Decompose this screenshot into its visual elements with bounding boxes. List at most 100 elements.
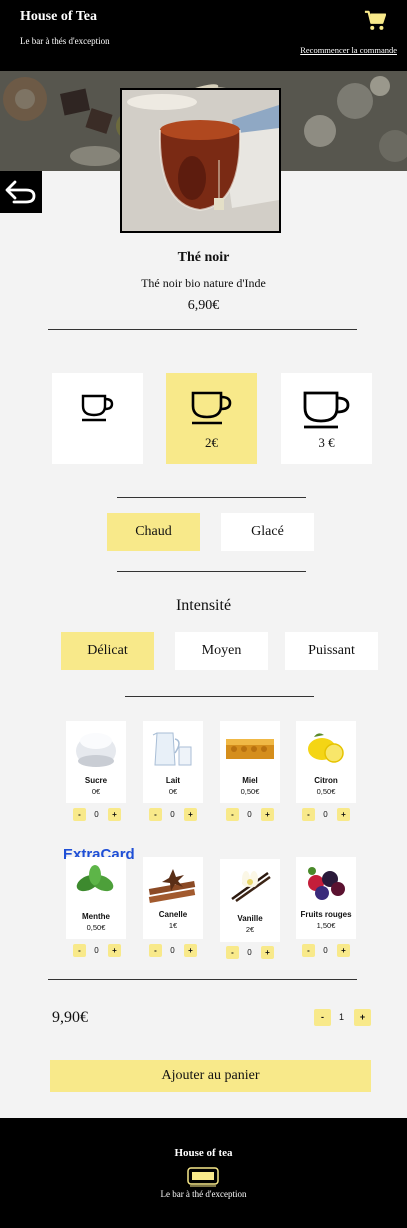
extra-name: Citron xyxy=(314,776,338,785)
extra-name: Lait xyxy=(165,776,181,785)
quantity-value: 0 xyxy=(247,948,252,957)
extra-card-honey[interactable]: Miel 0,50€ xyxy=(220,721,280,803)
extra-card-vanilla[interactable]: Vanille 2€ xyxy=(220,859,280,942)
quantity-stepper: - 0 + xyxy=(226,808,274,821)
extra-card-lemon[interactable]: Citron 0,50€ xyxy=(296,721,356,803)
berries-icon xyxy=(308,867,345,900)
quantity-stepper: - 0 + xyxy=(302,808,350,821)
extra-card-cinnamon[interactable]: Canelle 1€ xyxy=(143,857,203,939)
quantity-stepper: - 0 + xyxy=(73,808,121,821)
header: House of Tea Le bar à thés d'exception R… xyxy=(0,0,407,71)
size-price: 3 € xyxy=(318,435,335,450)
quantity-value: 0 xyxy=(247,810,252,819)
quantity-value: 0 xyxy=(94,946,99,955)
quantity-value: 0 xyxy=(94,810,99,819)
decrement-button[interactable]: - xyxy=(226,808,239,821)
extra-price: 0€ xyxy=(91,787,101,796)
increment-button[interactable]: + xyxy=(337,808,350,821)
quantity-stepper: - 0 + xyxy=(149,944,197,957)
product-description: Thé noir bio nature d'Inde xyxy=(141,276,266,290)
decrement-button[interactable]: - xyxy=(149,944,162,957)
extra-price: 0€ xyxy=(168,787,178,796)
brand-tagline: Le bar à thés d'exception xyxy=(20,36,110,46)
extra-price: 2€ xyxy=(245,925,255,934)
lemon-icon xyxy=(308,733,344,763)
restart-order-link[interactable]: Recommencer la commande xyxy=(300,45,397,55)
footer-brand: House of tea xyxy=(174,1147,233,1159)
extra-name: Fruits rouges xyxy=(300,910,352,919)
decrement-button[interactable]: - xyxy=(73,944,86,957)
extra-price: 0,50€ xyxy=(240,787,260,796)
extra-name: Sucre xyxy=(84,776,108,785)
size-option-small[interactable] xyxy=(52,373,143,464)
size-price: 2€ xyxy=(205,435,218,450)
extra-card-milk[interactable]: Lait 0€ xyxy=(143,721,203,803)
extra-price: 0,50€ xyxy=(316,787,336,796)
size-option-medium[interactable]: 2€ xyxy=(166,373,257,464)
divider xyxy=(125,696,314,697)
intensity-delicate-button[interactable]: Délicat xyxy=(61,632,154,670)
increment-button[interactable]: + xyxy=(261,808,274,821)
extra-name: Menthe xyxy=(82,912,110,921)
footer-tagline: Le bar à thé d'exception xyxy=(160,1189,247,1199)
extra-name: Miel xyxy=(242,776,258,785)
product-name: Thé noir xyxy=(177,250,230,265)
brand-title: House of Tea xyxy=(20,9,98,24)
divider xyxy=(48,979,357,980)
order-total: 9,90€ xyxy=(52,1009,88,1026)
quantity-value: 1 xyxy=(338,1012,344,1022)
quantity-stepper: - 0 + xyxy=(226,946,274,959)
logo-icon xyxy=(187,1167,219,1187)
extra-price: 0,50€ xyxy=(86,923,106,932)
extra-price: 1,50€ xyxy=(316,921,336,930)
honey-icon xyxy=(226,739,274,759)
product-image xyxy=(120,88,281,233)
increment-button[interactable]: + xyxy=(108,808,121,821)
increment-button[interactable]: + xyxy=(184,944,197,957)
increment-button[interactable]: + xyxy=(108,944,121,957)
cup-icon xyxy=(191,391,232,425)
product-price: 6,90€ xyxy=(187,298,220,313)
temperature-hot-button[interactable]: Chaud xyxy=(107,513,200,551)
increment-button[interactable]: + xyxy=(354,1009,371,1026)
decrement-button[interactable]: - xyxy=(314,1009,331,1026)
temperature-iced-button[interactable]: Glacé xyxy=(221,513,314,551)
decrement-button[interactable]: - xyxy=(73,808,86,821)
intensity-medium-button[interactable]: Moyen xyxy=(175,632,268,670)
extra-card-mint[interactable]: Menthe 0,50€ xyxy=(66,857,126,939)
quantity-value: 0 xyxy=(170,810,175,819)
size-option-large[interactable]: 3 € xyxy=(281,373,372,464)
decrement-button[interactable]: - xyxy=(302,944,315,957)
divider xyxy=(48,329,357,330)
increment-button[interactable]: + xyxy=(184,808,197,821)
quantity-value: 0 xyxy=(170,946,175,955)
quantity-value: 0 xyxy=(323,810,328,819)
sugar-icon xyxy=(76,733,116,767)
add-to-cart-button[interactable]: Ajouter au panier xyxy=(50,1060,371,1092)
quantity-stepper: - 0 + xyxy=(73,944,121,957)
quantity-stepper: - 0 + xyxy=(302,944,350,957)
extra-name: Canelle xyxy=(158,910,188,919)
intensity-title: Intensité xyxy=(175,597,232,614)
decrement-button[interactable]: - xyxy=(149,808,162,821)
extra-price: 1€ xyxy=(168,921,178,930)
extra-card-red-fruits[interactable]: Fruits rouges 1,50€ xyxy=(296,857,356,939)
divider xyxy=(117,571,306,572)
back-button[interactable] xyxy=(0,171,42,213)
cart-icon[interactable] xyxy=(364,10,386,32)
decrement-button[interactable]: - xyxy=(302,808,315,821)
extra-name: Vanille xyxy=(237,914,263,923)
order-quantity-stepper: - 1 + xyxy=(314,1009,371,1026)
cinnamon-icon xyxy=(148,869,196,903)
milk-icon xyxy=(152,732,192,766)
increment-button[interactable]: + xyxy=(261,946,274,959)
decrement-button[interactable]: - xyxy=(226,946,239,959)
mint-icon xyxy=(76,865,114,892)
increment-button[interactable]: + xyxy=(337,944,350,957)
cup-icon xyxy=(303,391,350,429)
intensity-strong-button[interactable]: Puissant xyxy=(285,632,378,670)
extra-card-sugar[interactable]: Sucre 0€ xyxy=(66,721,126,803)
quantity-stepper: - 0 + xyxy=(149,808,197,821)
back-arrow-icon xyxy=(5,180,36,204)
footer: House of tea Le bar à thé d'exception xyxy=(0,1118,407,1228)
